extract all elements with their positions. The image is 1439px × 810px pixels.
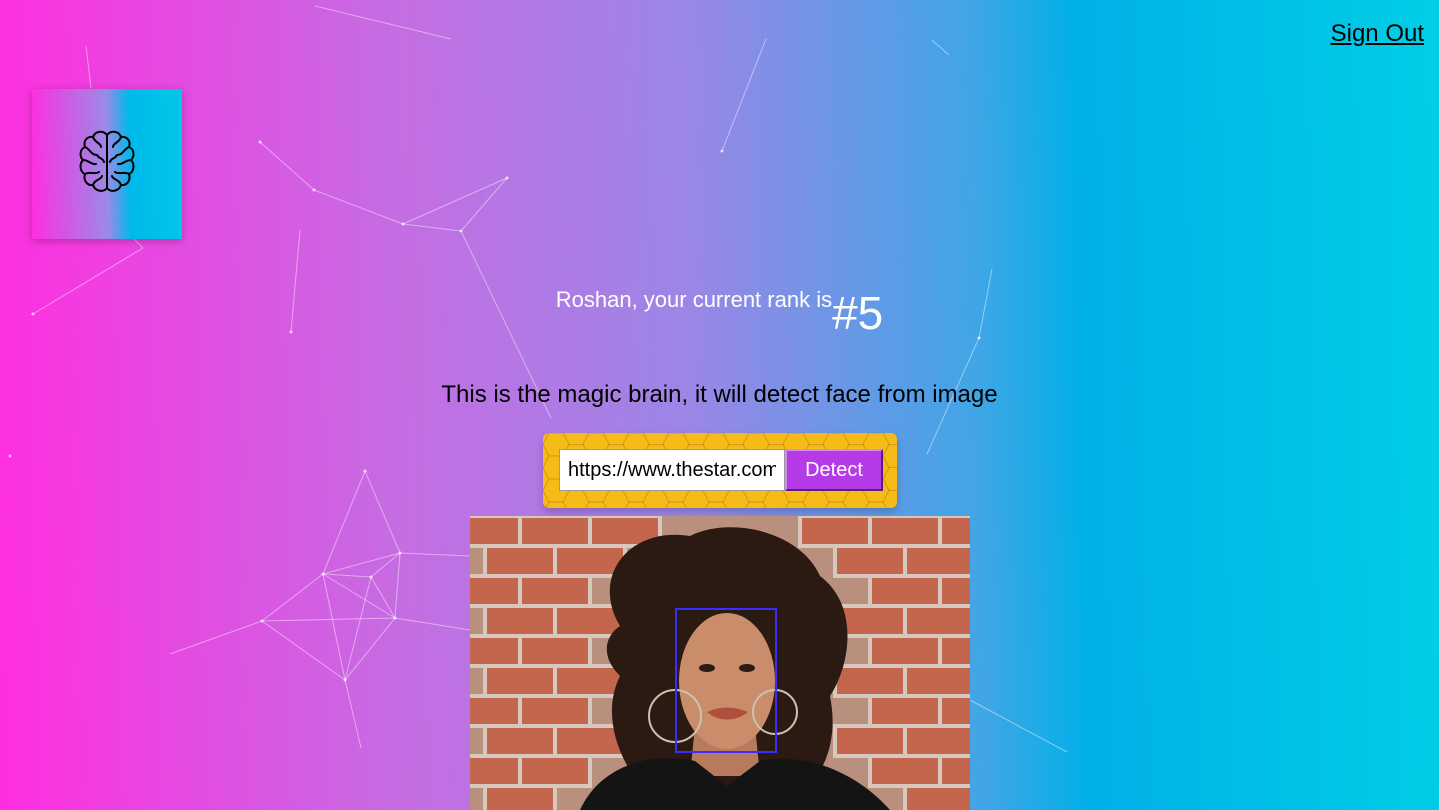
- face-bounding-box: [675, 608, 777, 753]
- rank-number: #5: [832, 287, 884, 339]
- tagline: This is the magic brain, it will detect …: [441, 381, 998, 408]
- image-link-form: Detect: [543, 433, 897, 508]
- logo[interactable]: [32, 89, 182, 239]
- image-url-input[interactable]: [559, 449, 785, 491]
- detected-image: [470, 516, 970, 810]
- detect-button[interactable]: Detect: [785, 449, 883, 491]
- sign-out-link[interactable]: Sign Out: [1331, 20, 1424, 48]
- rank-display: Roshan, your current rank is#5: [0, 285, 1439, 341]
- rank-text: Roshan, your current rank is: [555, 287, 833, 312]
- brain-icon: [77, 129, 137, 200]
